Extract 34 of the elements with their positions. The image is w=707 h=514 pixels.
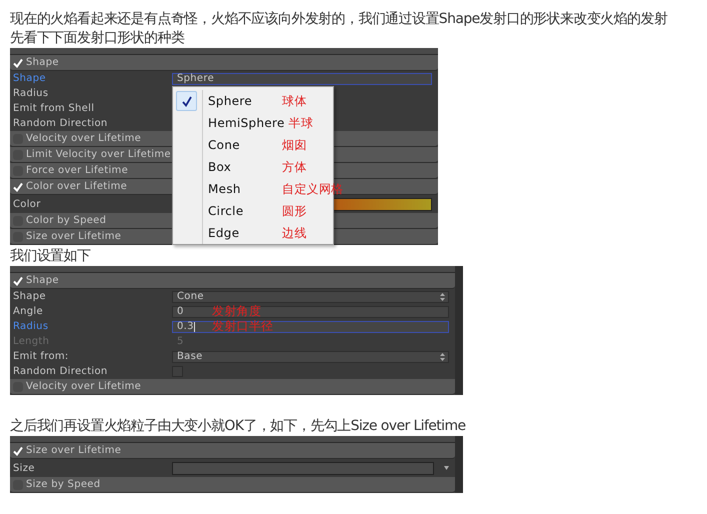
annotation-text: 发射角度 [212, 303, 262, 320]
property-label: Random Direction [13, 118, 109, 129]
annotation-text: 半球 [288, 114, 314, 132]
module-title: Size over Lifetime [26, 445, 122, 456]
annotation-text: 方体 [282, 158, 307, 176]
module-title: Velocity over Lifetime [26, 381, 142, 392]
property-label: Color [13, 198, 42, 210]
module-title: Shape [26, 275, 59, 286]
module-title: Shape [26, 57, 59, 68]
property-label: Angle [13, 306, 44, 317]
paragraph: 先看下下面发射口形状的种类 [10, 29, 186, 48]
module-title: Color over Lifetime [26, 181, 128, 192]
module-title: Limit Velocity over Lifetime [26, 149, 171, 160]
property-label: Random Direction [13, 366, 109, 377]
module-title: Size over Lifetime [26, 231, 122, 242]
property-label: Radius [13, 321, 50, 332]
property-label: Shape [13, 73, 47, 84]
property-label: Radius [13, 88, 50, 99]
module-title: Size by Speed [26, 479, 100, 490]
property-label: Size [13, 462, 36, 474]
property-label: Emit from Shell [13, 103, 96, 114]
property-label: Emit from: [13, 351, 70, 362]
paragraph: 我们设置如下 [10, 247, 92, 266]
annotation-text: 发射口半径 [212, 318, 274, 335]
property-label: Shape [13, 291, 47, 302]
annotation-text: 圆形 [282, 202, 307, 220]
paragraph: 之后我们再设置火焰粒子由大变小就OK了，如下，先勾上Size over Lifetime [10, 417, 467, 436]
module-title: Color by Speed [26, 215, 106, 226]
paragraph: 现在的火焰看起来还是有点奇怪，火焰不应该向外发射的，我们通过设置Shape发射口的形状来改变火焰的发射 [10, 10, 668, 29]
module-title: Velocity over Lifetime [26, 133, 142, 144]
module-title: Force over Lifetime [26, 165, 128, 176]
annotation-text: 烟囱 [282, 136, 307, 154]
annotation-text: 球体 [282, 92, 307, 110]
annotation-text: 边线 [282, 224, 307, 242]
